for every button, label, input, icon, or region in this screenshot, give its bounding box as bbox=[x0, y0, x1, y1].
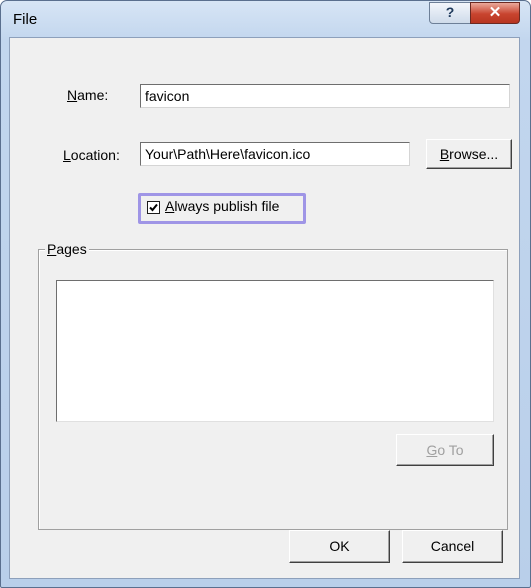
pages-group-title: Pages bbox=[45, 241, 89, 257]
location-label: Location: bbox=[63, 147, 120, 163]
browse-button[interactable]: Browse... bbox=[426, 139, 512, 169]
go-to-button[interactable]: Go To bbox=[396, 434, 494, 466]
close-button[interactable]: ✕ bbox=[470, 2, 520, 24]
help-icon: ? bbox=[445, 4, 455, 20]
help-button[interactable]: ? bbox=[429, 2, 471, 24]
title-bar[interactable]: File ? ✕ bbox=[1, 1, 530, 37]
name-input[interactable]: favicon bbox=[140, 84, 510, 108]
name-label: Name: bbox=[67, 87, 109, 103]
location-input[interactable]: Your\Path\Here\favicon.ico bbox=[140, 142, 410, 166]
always-publish-checkbox[interactable] bbox=[147, 201, 160, 214]
window-title: File bbox=[13, 11, 38, 28]
checkmark-icon bbox=[149, 203, 158, 212]
dialog-client-area: Name: favicon Location: Your\Path\Here\f… bbox=[9, 37, 520, 579]
pages-listbox[interactable] bbox=[56, 280, 494, 422]
close-icon: ✕ bbox=[488, 4, 502, 21]
cancel-button[interactable]: Cancel bbox=[402, 530, 503, 563]
dialog-window: File ? ✕ Name: favicon Location: Your\Pa… bbox=[0, 0, 531, 588]
ok-button[interactable]: OK bbox=[289, 530, 390, 563]
always-publish-label[interactable]: Always publish file bbox=[165, 198, 279, 214]
